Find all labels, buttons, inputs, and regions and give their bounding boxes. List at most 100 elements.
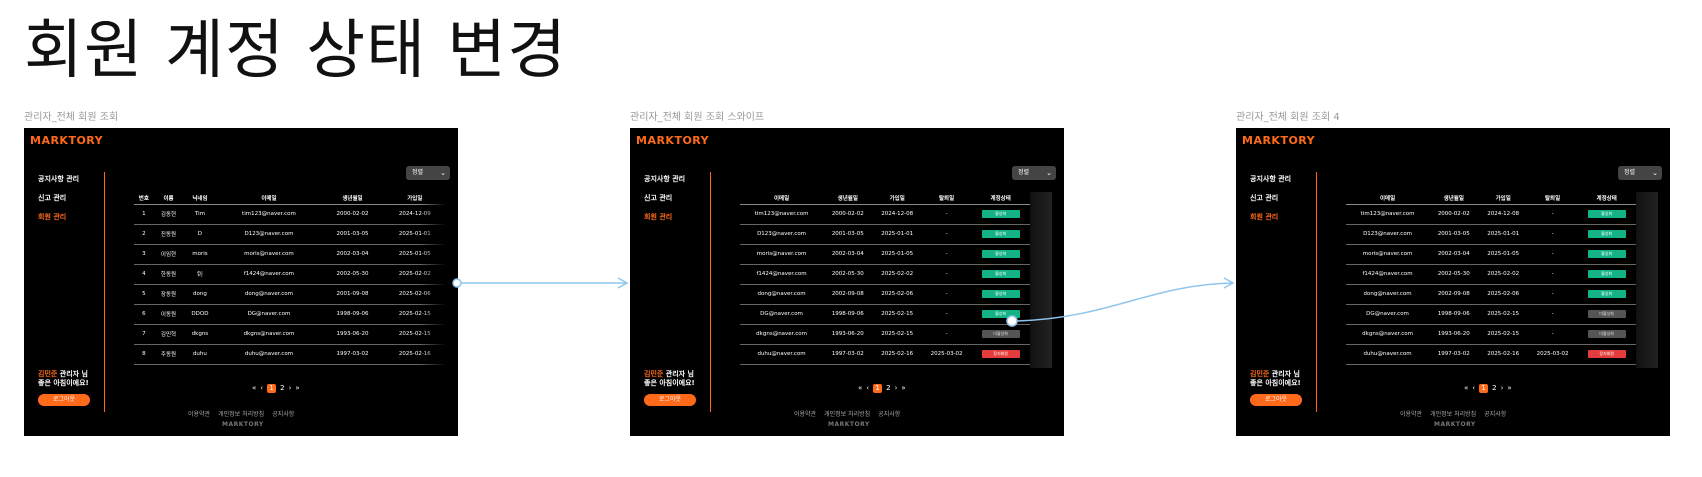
table-row[interactable]: dong@naver.com 2002-09-08 2025-02-06- 활성화 <box>1346 284 1636 305</box>
app-logo[interactable]: MARKTORY <box>30 134 103 147</box>
prev-page-button[interactable]: ‹ <box>1472 384 1475 392</box>
sidebar-item-members[interactable]: 회원 관리 <box>38 212 66 222</box>
table-row[interactable]: 8 주동원 duhu duhu@naver.com 1997-03-02 2025-02-… <box>134 344 446 365</box>
page-1-button[interactable]: 1 <box>267 384 277 393</box>
column-header: 번호 <box>134 192 154 205</box>
app-logo[interactable]: MARKTORY <box>1242 134 1315 147</box>
next-page-button[interactable]: › <box>1501 384 1504 392</box>
table-row[interactable]: duhu@naver.com 1997-03-02 2025-02-16 2025-0… <box>1346 344 1636 365</box>
last-page-button[interactable]: » <box>901 384 905 392</box>
next-page-button[interactable]: › <box>289 384 292 392</box>
table-cell: 1993-06-20 <box>321 324 384 345</box>
table-row[interactable]: moris@naver.com 2002-03-04 2025-01-05- 활성화 <box>1346 244 1636 265</box>
status-badge[interactable]: 활성화 <box>1587 290 1626 298</box>
sidebar-item-report[interactable]: 신고 관리 <box>1250 193 1278 203</box>
table-row[interactable]: 1 김동현 Tim tim123@naver.com 2000-02-02 2024-12… <box>134 204 446 225</box>
table-cell: 이임현 <box>153 244 184 265</box>
table-row[interactable]: f1424@naver.com 2002-05-30 2025-02-02- 활성화 <box>1346 264 1636 285</box>
page-2-button[interactable]: 2 <box>886 384 890 392</box>
sidebar-item-notice[interactable]: 공지사항 관리 <box>1250 174 1291 184</box>
footer-notice-link[interactable]: 공지사항 <box>1484 411 1506 418</box>
table-row[interactable]: 7 김민혁 dkgns dkgns@naver.com 1993-06-20 2025-0… <box>134 324 446 345</box>
table-cell: 2001-03-05 <box>1429 224 1479 245</box>
footer-privacy-link[interactable]: 개인정보 처리방침 <box>824 411 870 418</box>
column-header: 생년월일 <box>321 192 384 205</box>
table-row[interactable]: 6 이동원 DDOD DG@naver.com 1998-09-06 2025-02-15 <box>134 304 446 325</box>
footer-privacy-link[interactable]: 개인정보 처리방침 <box>1430 411 1476 418</box>
status-badge[interactable]: 활성화 <box>981 250 1020 258</box>
table-row[interactable]: tim123@naver.com 2000-02-02 2024-12-08- 활성화 <box>1346 204 1636 225</box>
status-badge[interactable]: 활성화 <box>1587 270 1626 278</box>
table-row[interactable]: 5 장동원 dong dong@naver.com 2001-09-08 2025-02-… <box>134 284 446 305</box>
page-2-button[interactable]: 2 <box>1492 384 1496 392</box>
status-badge[interactable]: 활성화 <box>981 270 1020 278</box>
status-badge[interactable]: 활성화 <box>1587 250 1626 258</box>
table-cell: - <box>1527 244 1578 265</box>
footer-terms-link[interactable]: 이용약관 <box>1400 411 1422 418</box>
table-row[interactable]: 3 이임현 moris moris@naver.com 2002-03-04 2025-0… <box>134 244 446 265</box>
sort-dropdown[interactable]: 정렬 ⌄ <box>1618 166 1662 180</box>
table-row[interactable]: DG@naver.com 1998-09-06 2025-02-15- 활성화 <box>740 304 1030 325</box>
table-cell: 주동원 <box>153 344 184 365</box>
footer-notice-link[interactable]: 공지사항 <box>272 411 294 418</box>
app-logo[interactable]: MARKTORY <box>636 134 709 147</box>
status-badge[interactable]: 활성화 <box>1587 210 1626 218</box>
table-row[interactable]: DG@naver.com 1998-09-06 2025-02-15- 미활성화 <box>1346 304 1636 325</box>
page-2-button[interactable]: 2 <box>280 384 284 392</box>
page-1-button[interactable]: 1 <box>873 384 883 393</box>
sidebar-item-members[interactable]: 회원 관리 <box>644 212 672 222</box>
first-page-button[interactable]: « <box>858 384 862 392</box>
table-cell: 2001-03-05 <box>823 224 873 245</box>
footer-privacy-link[interactable]: 개인정보 처리방침 <box>218 411 264 418</box>
prev-page-button[interactable]: ‹ <box>866 384 869 392</box>
sort-dropdown[interactable]: 정렬 ⌄ <box>1012 166 1056 180</box>
status-badge[interactable]: 활성화 <box>981 290 1020 298</box>
last-page-button[interactable]: » <box>295 384 299 392</box>
table-row[interactable]: 4 한동원 钊 f1424@naver.com 2002-05-30 2025-02-02 <box>134 264 446 285</box>
table-row[interactable]: duhu@naver.com 1997-03-02 2025-02-16 2025-0… <box>740 344 1030 365</box>
table-row[interactable]: D123@naver.com 2001-03-05 2025-01-01- 활성화 <box>1346 224 1636 245</box>
status-badge[interactable]: 정지회원 <box>981 350 1020 358</box>
table-cell: dkgns <box>183 324 217 345</box>
table-row[interactable]: dkgns@naver.com 1993-06-20 2025-02-15- 미활성화 <box>740 324 1030 345</box>
table-row[interactable]: tim123@naver.com 2000-02-02 2024-12-08- 활성화 <box>740 204 1030 225</box>
sidebar-item-notice[interactable]: 공지사항 관리 <box>38 174 79 184</box>
prev-page-button[interactable]: ‹ <box>260 384 263 392</box>
status-badge[interactable]: 활성화 <box>981 310 1020 318</box>
table-row[interactable]: D123@naver.com 2001-03-05 2025-01-01- 활성화 <box>740 224 1030 245</box>
status-badge[interactable]: 활성화 <box>1587 230 1626 238</box>
table-cell: - <box>921 284 972 305</box>
sidebar-item-report[interactable]: 신고 관리 <box>38 193 66 203</box>
sidebar-item-members[interactable]: 회원 관리 <box>1250 212 1278 222</box>
table-row[interactable]: moris@naver.com 2002-03-04 2025-01-05- 활성화 <box>740 244 1030 265</box>
horizontal-scroll-shade[interactable] <box>1636 192 1658 368</box>
table-row[interactable]: 2 진동원 D D123@naver.com 2001-03-05 2025-01-01 <box>134 224 446 245</box>
sort-dropdown[interactable]: 정렬 ⌄ <box>406 166 450 180</box>
table-row[interactable]: dkgns@naver.com 1993-06-20 2025-02-15- 미활성화 <box>1346 324 1636 345</box>
table-row[interactable]: f1424@naver.com 2002-05-30 2025-02-02- 활성화 <box>740 264 1030 285</box>
status-badge[interactable]: 활성화 <box>981 210 1020 218</box>
status-badge[interactable]: 활성화 <box>981 230 1020 238</box>
status-badge[interactable]: 미활성화 <box>1587 330 1626 338</box>
sidebar-item-notice[interactable]: 공지사항 관리 <box>644 174 685 184</box>
status-badge[interactable]: 미활성화 <box>981 330 1020 338</box>
sidebar-item-report[interactable]: 신고 관리 <box>644 193 672 203</box>
admin-name: 김민준 <box>1250 370 1270 378</box>
last-page-button[interactable]: » <box>1507 384 1511 392</box>
footer-terms-link[interactable]: 이용약관 <box>794 411 816 418</box>
table-cell: 2 <box>134 224 154 245</box>
status-badge[interactable]: 미활성화 <box>1587 310 1626 318</box>
logout-button[interactable]: 로그아웃 <box>38 394 90 406</box>
logout-button[interactable]: 로그아웃 <box>1250 394 1302 406</box>
footer-terms-link[interactable]: 이용약관 <box>188 411 210 418</box>
horizontal-scroll-shade[interactable] <box>1030 192 1052 368</box>
first-page-button[interactable]: « <box>1464 384 1468 392</box>
footer-notice-link[interactable]: 공지사항 <box>878 411 900 418</box>
next-page-button[interactable]: › <box>895 384 898 392</box>
status-badge[interactable]: 정지회원 <box>1587 350 1626 358</box>
page-1-button[interactable]: 1 <box>1479 384 1489 393</box>
table-cell: 2025-01-05 <box>872 244 922 265</box>
table-row[interactable]: dong@naver.com 2002-09-08 2025-02-06- 활성화 <box>740 284 1030 305</box>
logout-button[interactable]: 로그아웃 <box>644 394 696 406</box>
first-page-button[interactable]: « <box>252 384 256 392</box>
